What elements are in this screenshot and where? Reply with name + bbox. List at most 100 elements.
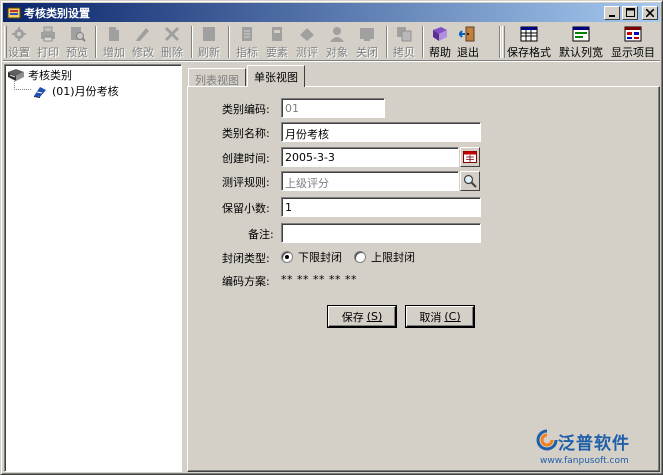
created-label: 创建时间: <box>222 152 270 165</box>
tab-single-view[interactable]: 单张视图 <box>247 65 305 87</box>
panel-splitter[interactable] <box>182 64 186 472</box>
toolbar-preview-label: 预览 <box>66 46 88 59</box>
name-label: 类别名称: <box>222 127 270 140</box>
coding-scheme-value: ** ** ** ** ** <box>281 273 357 286</box>
add-icon <box>104 25 124 43</box>
close-type-label: 封闭类型: <box>222 252 270 265</box>
window-title: 考核类别设置 <box>24 6 90 20</box>
created-date-field[interactable]: 2005-3-3 <box>281 147 459 167</box>
toolbar-delete-button[interactable]: 删除 <box>159 24 185 60</box>
print-icon <box>38 25 58 43</box>
toolbar-settings-button[interactable]: 设置 <box>6 24 32 60</box>
toolbar-separator <box>228 26 230 58</box>
upper-bound-radio[interactable]: 上限封闭 <box>354 249 415 265</box>
toolbar-save-format-button[interactable]: 保存格式 <box>505 24 553 60</box>
toolbar-show-items-button[interactable]: 显示项目 <box>609 24 657 60</box>
toolbar-evaluate-label: 测评 <box>296 46 318 59</box>
toolbar-help-button[interactable]: 帮助 <box>427 24 453 60</box>
rule-label: 测评规则: <box>222 176 270 189</box>
title-bar[interactable]: 考核类别设置 <box>3 3 660 22</box>
toolbar-exit-label: 退出 <box>457 46 479 59</box>
save-button-hotkey: (S) <box>366 310 383 323</box>
tab-single-view-label: 单张视图 <box>254 71 298 84</box>
toolbar-separator <box>191 26 193 58</box>
radio-dot <box>281 251 293 263</box>
toolbar-settings-label: 设置 <box>8 46 30 59</box>
toolbar-indicator-label: 指标 <box>236 46 258 59</box>
toolbar-separator <box>422 26 424 58</box>
coding-scheme-label: 编码方案: <box>222 275 270 288</box>
radio-dot <box>354 251 366 263</box>
toolbar-copy-button[interactable]: 拷贝 <box>391 24 417 60</box>
toolbar-edit-button[interactable]: 修改 <box>130 24 156 60</box>
toolbar-print-button[interactable]: 打印 <box>35 24 61 60</box>
element-icon <box>267 25 287 43</box>
category-tree[interactable]: 考核类别 (01)月份考核 <box>4 64 182 472</box>
refresh-icon <box>199 25 219 43</box>
watermark-brand: 泛普软件 <box>558 434 630 454</box>
default-width-icon <box>571 25 591 43</box>
rule-search-button[interactable] <box>460 171 480 191</box>
toolbar-separator <box>499 26 501 58</box>
toolbar-element-label: 要素 <box>266 46 288 59</box>
fanpu-logo-icon <box>536 429 558 451</box>
edit-icon <box>133 25 153 43</box>
toolbar-delete-label: 删除 <box>161 46 183 59</box>
cancel-button[interactable]: 取消 (C) <box>406 306 474 327</box>
toolbar-evaluate-button[interactable]: 测评 <box>294 24 320 60</box>
upper-bound-label: 上限封闭 <box>371 251 415 264</box>
books-icon <box>8 69 24 81</box>
toolbar-default-width-button[interactable]: 默认列宽 <box>557 24 605 60</box>
decimals-field[interactable]: 1 <box>281 197 481 217</box>
toolbar-separator <box>95 26 97 58</box>
maximize-button[interactable] <box>622 5 638 20</box>
close-button[interactable] <box>642 5 658 20</box>
lower-bound-label: 下限封闭 <box>298 251 342 264</box>
minimize-icon <box>609 14 615 17</box>
name-field[interactable]: 月份考核 <box>281 122 481 142</box>
toolbar-print-label: 打印 <box>37 46 59 59</box>
toolbar-show-items-label: 显示项目 <box>611 46 655 59</box>
toolbar-help-label: 帮助 <box>429 46 451 59</box>
toolbar-edit-label: 修改 <box>132 46 154 59</box>
app-icon <box>7 7 21 18</box>
evaluate-icon <box>297 25 317 43</box>
close-icon <box>646 8 654 17</box>
toolbar-exit-button[interactable]: 退出 <box>455 24 481 60</box>
tab-list-view[interactable]: 列表视图 <box>188 68 246 87</box>
indicator-icon <box>237 25 257 43</box>
tree-root-node[interactable]: 考核类别 <box>7 67 72 83</box>
toolbar-default-width-label: 默认列宽 <box>559 46 603 59</box>
tree-root-label: 考核类别 <box>28 69 72 82</box>
date-picker-button[interactable] <box>460 147 480 167</box>
toolbar-refresh-label: 刷新 <box>198 46 220 59</box>
single-view-panel: 类别编码: 01 类别名称: 月份考核 创建时间: 2005-3-3 测评规则:… <box>187 86 660 472</box>
save-button[interactable]: 保存 (S) <box>328 306 396 327</box>
save-format-icon <box>519 25 539 43</box>
tree-connector <box>14 89 31 90</box>
code-field[interactable]: 01 <box>281 98 385 118</box>
lower-bound-radio[interactable]: 下限封闭 <box>281 249 342 265</box>
toolbar-preview-button[interactable]: 预览 <box>64 24 90 60</box>
toolbar-add-button[interactable]: 增加 <box>101 24 127 60</box>
toolbar-close-button[interactable]: 关闭 <box>354 24 380 60</box>
decimals-label: 保留小数: <box>222 202 270 215</box>
toolbar-refresh-button[interactable]: 刷新 <box>196 24 222 60</box>
search-icon <box>463 174 477 188</box>
toolbar-element-button[interactable]: 要素 <box>264 24 290 60</box>
toolbar-indicator-button[interactable]: 指标 <box>234 24 260 60</box>
help-book-icon <box>430 25 450 43</box>
tree-child-node[interactable]: (01)月份考核 <box>32 83 119 99</box>
cancel-button-hotkey: (C) <box>444 310 461 323</box>
toolbar-add-label: 增加 <box>103 46 125 59</box>
person-icon <box>327 25 347 43</box>
toolbar: 设置 打印 预览 增加 修改 删除 刷新 指标 要素 测评 对象 关闭 拷贝 帮… <box>3 23 660 61</box>
close-doc-icon <box>357 25 377 43</box>
cancel-button-label: 取消 <box>419 310 442 324</box>
show-items-icon <box>623 25 643 43</box>
toolbar-object-button[interactable]: 对象 <box>324 24 350 60</box>
minimize-button[interactable] <box>604 5 620 20</box>
toolbar-separator <box>386 26 388 58</box>
rule-field[interactable]: 上级评分 <box>281 171 459 191</box>
remark-field[interactable] <box>281 223 481 243</box>
